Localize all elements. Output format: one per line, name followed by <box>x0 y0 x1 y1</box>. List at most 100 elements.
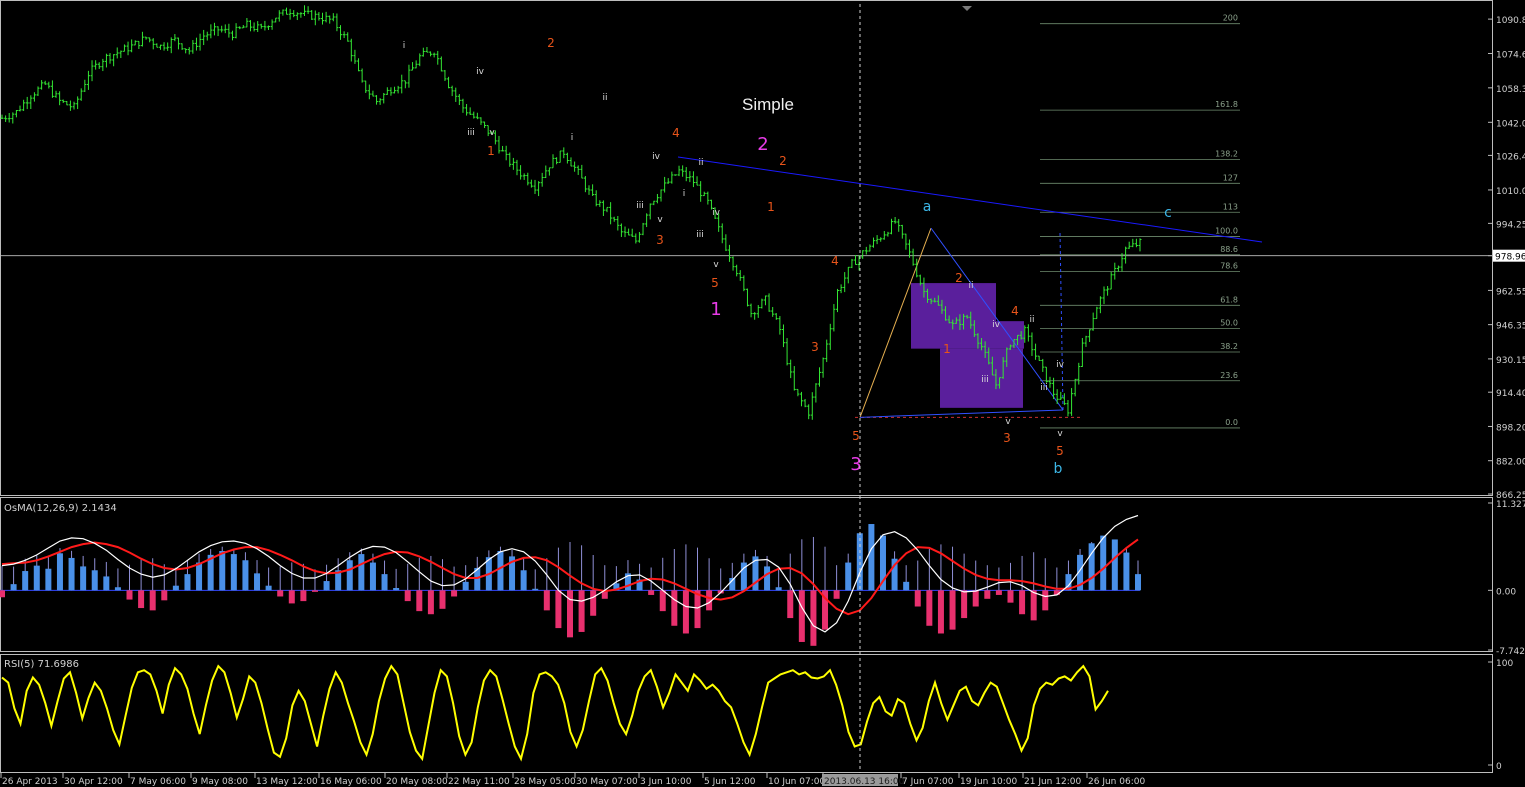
time-tick-label: 22 May 11:00 <box>448 777 510 787</box>
osma-bar <box>311 590 318 592</box>
time-tick-label: 10 Jun 07:00 <box>768 777 825 787</box>
time-tick-label: 26 Jun 06:00 <box>1088 777 1145 787</box>
time-tick-label: 3 Jun 10:00 <box>640 777 692 787</box>
osma-bar <box>1019 590 1026 615</box>
osma-bar <box>590 590 597 616</box>
osma-bar <box>798 590 805 642</box>
fib-level-label: 23.6 <box>1220 371 1238 380</box>
fib-level-label: 50.0 <box>1220 318 1238 327</box>
chart-background <box>0 0 1525 787</box>
osma-bar <box>1123 552 1130 591</box>
chart-canvas[interactable]: 200161.8138.2127113100.088.678.661.850.0… <box>0 0 1525 787</box>
wave-label: a <box>923 199 932 215</box>
fib-level-label: 61.8 <box>1220 295 1238 304</box>
price-tick-label: 882.00 <box>1496 458 1525 468</box>
osma-bar <box>961 590 968 619</box>
wave-label: iv <box>712 208 721 218</box>
wave-label: iv <box>992 320 1001 330</box>
osma-bar <box>265 585 272 591</box>
wave-label: iii <box>636 201 644 211</box>
fib-level-label: 100.0 <box>1215 227 1238 236</box>
osma-bar <box>22 571 29 591</box>
price-tick-label: 946.35 <box>1496 322 1525 332</box>
osma-bar <box>764 566 771 591</box>
osma-bar <box>520 570 527 591</box>
time-tick-label: 26 Apr 2013 <box>2 777 58 787</box>
osma-bar <box>659 590 666 612</box>
osma-bar <box>868 524 875 591</box>
price-tick-label: 1074.60 <box>1496 50 1525 60</box>
time-tick-label: 7 May 06:00 <box>130 777 186 787</box>
osma-bar <box>1100 535 1107 591</box>
osma-bar <box>10 584 17 591</box>
wave-label: 4 <box>672 126 680 140</box>
wave-label: 5 <box>852 429 860 443</box>
osma-bar <box>555 590 562 629</box>
time-tick-label: 30 Apr 12:00 <box>64 777 123 787</box>
osma-bar <box>984 590 991 599</box>
wave-label: iv <box>1056 360 1065 370</box>
time-tick-label: 9 May 08:00 <box>192 777 248 787</box>
osma-bar <box>543 590 550 611</box>
time-tick-label: 19 Jun 10:00 <box>960 777 1017 787</box>
osma-bar <box>68 557 75 591</box>
osma-bar <box>323 581 330 591</box>
osma-bar <box>45 568 52 591</box>
osma-tick-label: -7.7422 <box>1496 647 1525 657</box>
osma-bar <box>138 590 145 609</box>
osma-bar <box>972 590 979 607</box>
osma-bar <box>497 551 504 591</box>
time-tick-label: 7 Jun 07:00 <box>902 777 954 787</box>
wave-label: 4 <box>831 254 839 268</box>
wave-label: 1 <box>487 144 495 158</box>
osma-bar <box>926 590 933 626</box>
price-tick-label: 1042.05 <box>1496 119 1525 129</box>
osma-bar <box>810 590 817 646</box>
wave-label: 2 <box>547 36 555 50</box>
wave-label: v <box>713 260 719 270</box>
osma-bar <box>184 574 191 591</box>
wave-label: iii <box>1040 383 1048 393</box>
wave-label: ii <box>602 93 607 103</box>
fib-level-label: 161.8 <box>1215 100 1238 109</box>
fib-level-label: 78.6 <box>1220 261 1238 270</box>
osma-bar <box>995 590 1002 595</box>
osma-bar <box>694 590 701 629</box>
osma-bar <box>346 560 353 591</box>
osma-bar <box>578 590 585 632</box>
time-tick-label: 2013.06.13 16:00 <box>824 777 905 787</box>
osma-bar <box>149 590 156 611</box>
wave-label: v <box>489 128 495 138</box>
price-tick-label: 898.20 <box>1496 423 1525 433</box>
osma-bar <box>845 562 852 591</box>
wave-label: i <box>683 189 686 199</box>
osma-bar <box>682 590 689 634</box>
wave-label: 3 <box>1003 431 1011 445</box>
osma-bar <box>1042 590 1049 611</box>
osma-bar <box>33 565 40 591</box>
wave-label: 3 <box>811 340 819 354</box>
wave-label: v <box>1057 429 1063 439</box>
wave-label: b <box>1054 461 1063 477</box>
osma-bar <box>427 590 434 615</box>
osma-bar <box>949 590 956 630</box>
wave-label: i <box>571 133 574 143</box>
wave-label: iv <box>476 67 485 77</box>
rsi-title: RSI(5) 71.6986 <box>4 659 79 670</box>
osma-bar <box>1007 590 1014 603</box>
osma-bar <box>91 570 98 591</box>
osma-bar <box>1030 590 1037 621</box>
osma-bar <box>462 581 469 591</box>
wave-label: v <box>657 215 663 225</box>
wave-label: 1 <box>710 299 721 320</box>
osma-bar <box>56 553 63 591</box>
current-price-label: 978.96 <box>1495 253 1525 263</box>
osma-bar <box>369 562 376 591</box>
time-tick-label: 13 May 12:00 <box>256 777 318 787</box>
time-tick-label: 21 Jun 12:00 <box>1024 777 1081 787</box>
osma-bar <box>300 590 307 602</box>
chart-annotation: Simple <box>742 95 794 114</box>
osma-bar <box>80 566 87 591</box>
wave-label: 1 <box>943 342 951 356</box>
osma-bar <box>903 581 910 591</box>
